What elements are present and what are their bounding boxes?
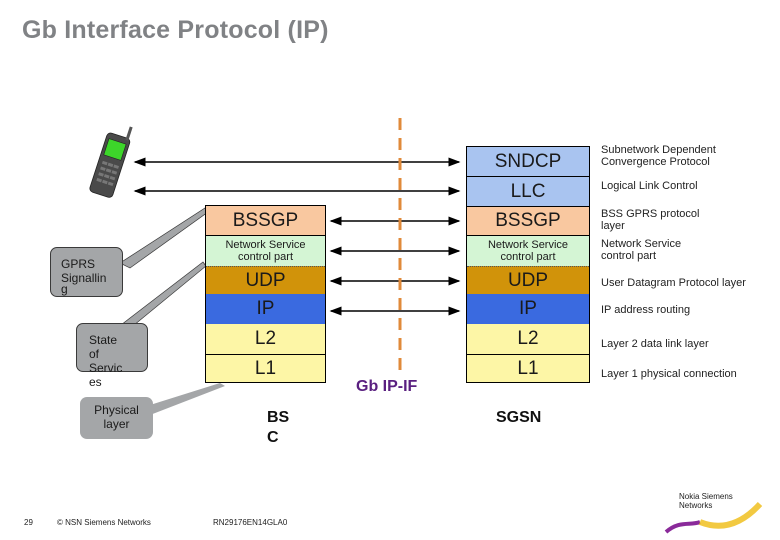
sgsn-layer-sndcp: SNDCP xyxy=(467,147,589,176)
sgsn-protocol-stack: SNDCP LLC BSSGP Network Service control … xyxy=(466,146,590,383)
bsc-layer-udp: UDP xyxy=(206,266,325,294)
desc-bssgp-line1: BSS GPRS protocol xyxy=(601,208,700,220)
callout-state-line4: es xyxy=(89,375,102,389)
sgsn-layer-l2: L2 xyxy=(467,324,589,354)
sgsn-layer-ip: IP xyxy=(467,294,589,324)
bsc-label-line2: C xyxy=(267,429,279,446)
bsc-label-line1: BS xyxy=(267,409,290,426)
desc-sndcp: Subnetwork Dependent Convergence Protocol xyxy=(601,144,716,168)
callout-state-line3: Servic xyxy=(89,361,123,375)
callout-state-line1: State xyxy=(89,333,118,347)
callout-pointer-gprs xyxy=(119,207,209,269)
desc-bssgp: BSS GPRS protocol layer xyxy=(601,208,699,232)
page-number: 29 xyxy=(24,518,33,527)
bsc-layer-ip: IP xyxy=(206,294,325,324)
footer-copyright: © NSN Siemens Networks xyxy=(57,518,151,527)
desc-network-service: Network Service control part xyxy=(601,238,681,262)
callout-gprs-signalling: GPRS Signallin g xyxy=(50,247,123,297)
bsc-layer-l1: L1 xyxy=(206,354,325,382)
sgsn-layer-network-service: Network Service control part xyxy=(467,235,589,266)
desc-ns-line2: control part xyxy=(601,250,657,262)
sgsn-layer-l1: L1 xyxy=(467,354,589,382)
callout-physical-layer: Physical layer xyxy=(80,397,153,439)
desc-l1: Layer 1 physical connection xyxy=(601,368,737,380)
footer-doc-code: RN29176EN14GLA0 xyxy=(213,518,288,527)
callout-state-line2: of xyxy=(89,347,100,361)
desc-sndcp-line2: Convergence Protocol xyxy=(601,156,710,168)
bsc-ns-line1: Network Service xyxy=(225,239,306,251)
sgsn-layer-bssgp: BSSGP xyxy=(467,206,589,235)
sgsn-ns-line1: Network Service xyxy=(487,239,569,251)
sgsn-label: SGSN xyxy=(496,409,542,426)
callout-pointer-physical xyxy=(150,383,225,415)
sgsn-layer-udp: UDP xyxy=(467,266,589,294)
callout-pointer-state xyxy=(116,261,207,331)
callout-gprs-line1: GPRS xyxy=(61,257,96,271)
gb-ip-if-label: Gb IP-IF xyxy=(356,378,418,395)
logo-wave-icon xyxy=(664,501,763,534)
sgsn-layer-llc: LLC xyxy=(467,176,589,206)
callout-physical-line1: Physical xyxy=(94,403,139,417)
bsc-layer-network-service: Network Service control part xyxy=(206,235,325,266)
desc-l2: Layer 2 data link layer xyxy=(601,338,709,350)
bsc-label: BS C xyxy=(267,408,289,448)
bsc-ns-line2: control part xyxy=(237,251,294,263)
desc-llc: Logical Link Control xyxy=(601,180,698,192)
desc-ns-line1: Network Service xyxy=(601,238,682,250)
mobile-phone-icon xyxy=(89,126,133,198)
desc-bssgp-line2: layer xyxy=(601,220,625,232)
callout-physical-line2: layer xyxy=(103,417,130,431)
desc-sndcp-line1: Subnetwork Dependent xyxy=(601,144,716,156)
desc-ip: IP address routing xyxy=(601,304,691,316)
sgsn-ns-line2: control part xyxy=(500,251,556,263)
bsc-layer-l2: L2 xyxy=(206,324,325,354)
bsc-layer-bssgp: BSSGP xyxy=(206,206,325,235)
callout-state-of-services: State of Servic es xyxy=(76,323,148,389)
bsc-protocol-stack: BSSGP Network Service control part UDP I… xyxy=(205,205,326,383)
desc-udp: User Datagram Protocol layer xyxy=(601,277,746,289)
